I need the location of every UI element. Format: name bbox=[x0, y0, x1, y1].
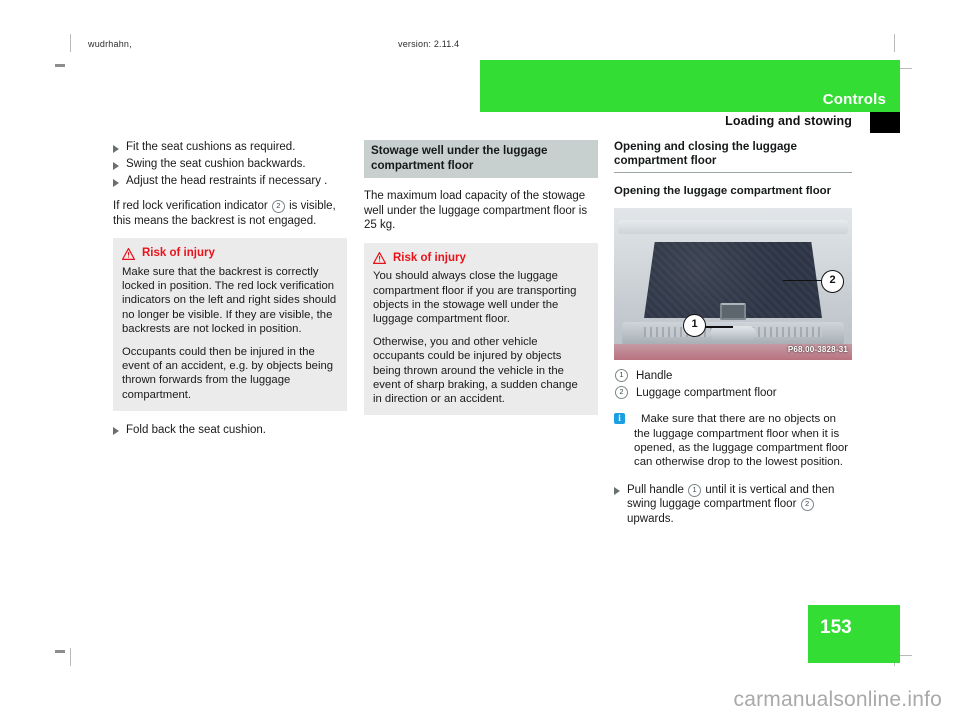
section-title: Loading and stowing bbox=[725, 114, 852, 128]
chapter-banner: Controls bbox=[480, 60, 900, 112]
stowage-well-heading: Stowage well under the luggage compartme… bbox=[364, 140, 598, 178]
luggage-compartment-figure: 1 2 P68.00-3828-31 bbox=[614, 208, 852, 360]
info-note: i Make sure that there are no objects on… bbox=[614, 412, 852, 470]
info-note-text: Make sure that there are no objects on t… bbox=[634, 413, 849, 469]
paragraph-pre-text: If red lock verification indicator bbox=[113, 200, 268, 213]
step-pre-text: Pull handle bbox=[627, 483, 684, 496]
lock-indicator-paragraph: If red lock verification indicator 2 is … bbox=[113, 199, 347, 228]
list-item: 1 Handle bbox=[614, 369, 852, 384]
page-number-block: 153 bbox=[808, 605, 900, 663]
section-marker-block bbox=[870, 112, 900, 133]
list-item: Pull handle 1 until it is vertical and t… bbox=[614, 483, 852, 527]
inline-reference-2: 2 bbox=[800, 498, 814, 512]
opening-subheading: Opening the luggage compartment floor bbox=[614, 185, 832, 198]
warning-header: Risk of injury bbox=[122, 246, 338, 261]
inline-reference-2: 2 bbox=[271, 200, 285, 214]
step-text: Swing the seat cushion backwards. bbox=[126, 158, 306, 171]
crop-mark-bottom-left bbox=[70, 648, 71, 666]
figure-callout-2: 2 bbox=[821, 270, 844, 293]
list-item: Fit the seat cushions as required. bbox=[113, 140, 347, 155]
warning-box-middle: Risk of injury You should always close t… bbox=[364, 242, 598, 416]
stowage-well-body: The maximum load capacity of the stowage… bbox=[364, 190, 588, 232]
trim-rule-top-right bbox=[898, 68, 912, 69]
figure-latch bbox=[710, 326, 756, 341]
trim-rule-bottom-right bbox=[898, 655, 912, 656]
info-icon: i bbox=[614, 413, 625, 425]
warning-triangle-icon bbox=[373, 252, 386, 265]
steps-list-left-final: Fold back the seat cushion. bbox=[113, 423, 347, 438]
steps-list-right: Pull handle 1 until it is vertical and t… bbox=[614, 483, 852, 527]
warning-header: Risk of injury bbox=[373, 251, 589, 266]
legend-reference-2: 2 bbox=[615, 385, 628, 399]
steps-list-left: Fit the seat cushions as required. Swing… bbox=[113, 140, 347, 189]
step-post-text: upwards. bbox=[627, 513, 674, 525]
warning-paragraph: Otherwise, you and other vehicle occupan… bbox=[373, 336, 578, 405]
callout-leader-line-1 bbox=[704, 326, 733, 328]
section-bar: Loading and stowing bbox=[480, 112, 900, 134]
warning-triangle-icon bbox=[122, 247, 135, 260]
site-watermark: carmanualsonline.info bbox=[733, 688, 942, 711]
crop-mark-top-left bbox=[70, 34, 71, 52]
figure-callout-1: 1 bbox=[683, 314, 706, 337]
step-text: Fit the seat cushions as required. bbox=[126, 141, 296, 153]
running-head-right: version: 2.11.4 bbox=[398, 40, 460, 49]
legend-label: Luggage compartment floor bbox=[636, 386, 777, 399]
warning-paragraph: You should always close the luggage comp… bbox=[373, 270, 577, 325]
warning-paragraph: Make sure that the backrest is correctly… bbox=[122, 266, 337, 335]
figure-rear-ledge bbox=[618, 220, 848, 234]
page-number: 153 bbox=[820, 617, 852, 638]
step-text: Adjust the head restraints if necessary … bbox=[126, 175, 328, 188]
warning-box-left: Risk of injury Make sure that the backre… bbox=[113, 238, 347, 411]
inline-reference-1: 1 bbox=[688, 483, 702, 497]
callout-leader-line-2 bbox=[783, 279, 823, 282]
list-item: Fold back the seat cushion. bbox=[113, 423, 347, 438]
chapter-title: Controls bbox=[822, 91, 886, 108]
warning-paragraph: Occupants could then be injured in the e… bbox=[122, 346, 334, 401]
warning-title: Risk of injury bbox=[393, 251, 466, 264]
list-item: 2 Luggage compartment floor bbox=[614, 385, 852, 401]
figure-handle bbox=[720, 303, 746, 320]
step-text: Fold back the seat cushion. bbox=[126, 423, 266, 436]
list-item: Adjust the head restraints if necessary … bbox=[113, 174, 347, 189]
warning-title: Risk of injury bbox=[142, 247, 215, 260]
legend-label: Handle bbox=[636, 370, 673, 382]
list-item: Swing the seat cushion backwards. bbox=[113, 157, 347, 172]
registration-tick-top-left bbox=[55, 64, 65, 67]
column-right: Opening and closing the luggage compartm… bbox=[614, 140, 852, 529]
legend-reference-1: 1 bbox=[615, 369, 628, 382]
column-middle: Stowage well under the luggage compartme… bbox=[364, 140, 598, 416]
figure-code: P68.00-3828-31 bbox=[787, 345, 848, 355]
opening-closing-heading: Opening and closing the luggage compartm… bbox=[614, 140, 852, 174]
running-head-left: wudrhahn, bbox=[88, 40, 132, 49]
figure-legend: 1 Handle 2 Luggage compartment floor bbox=[614, 369, 852, 400]
column-left: Fit the seat cushions as required. Swing… bbox=[113, 140, 347, 440]
crop-mark-top-right bbox=[894, 34, 895, 52]
registration-tick-bottom-left bbox=[55, 650, 65, 653]
